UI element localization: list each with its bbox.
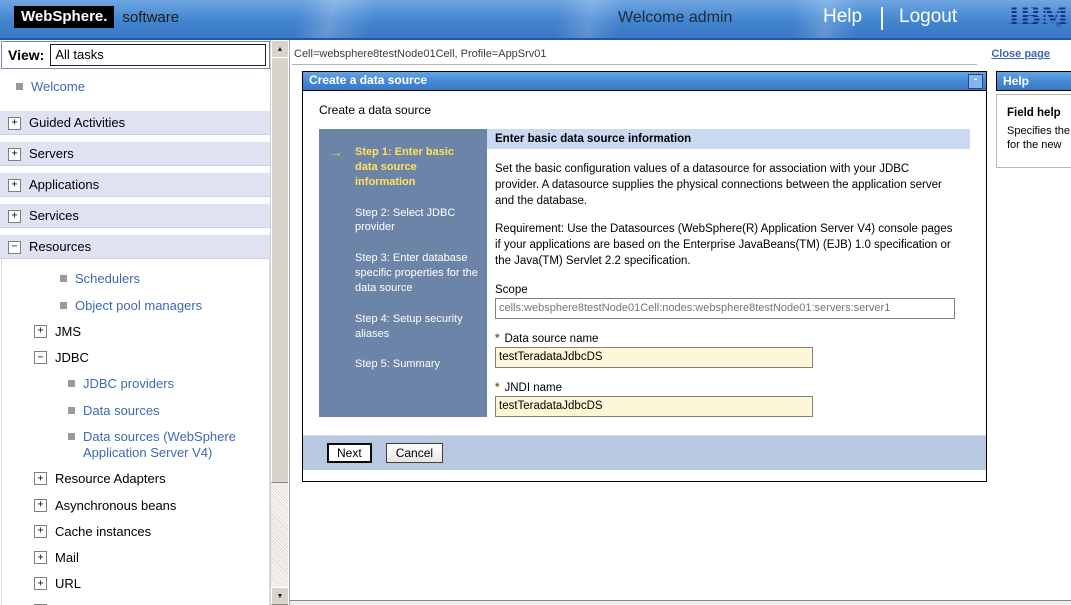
help-panel: Help Field help Specifies the for the ne… bbox=[996, 71, 1071, 168]
sidebar-section-guided-activities[interactable]: + Guided Activities bbox=[0, 110, 271, 135]
sidebar-item-data-sources[interactable]: Data sources bbox=[2, 398, 269, 424]
next-button[interactable]: Next bbox=[327, 443, 372, 463]
expand-icon[interactable]: + bbox=[8, 210, 21, 223]
collapse-icon[interactable]: − bbox=[8, 241, 21, 254]
sidebar-section-resources[interactable]: − Resources bbox=[0, 234, 271, 259]
bullet-icon bbox=[68, 433, 75, 440]
view-label: View: bbox=[5, 47, 44, 63]
field-help-text: Specifies the bbox=[1007, 124, 1071, 138]
top-banner: WebSphere. software Welcome admin Help L… bbox=[0, 0, 1071, 40]
create-data-source-window: Create a data source - Create a data sou… bbox=[302, 71, 987, 482]
jndi-name-label: * JNDI name bbox=[495, 382, 956, 394]
field-help-box: Field help Specifies the for the new bbox=[996, 94, 1071, 168]
wizard-body: → Step 1: Enter basic data source inform… bbox=[319, 129, 970, 417]
expand-icon[interactable]: + bbox=[8, 179, 21, 192]
wizard-button-bar: Next Cancel bbox=[303, 435, 986, 470]
sidebar-item-welcome[interactable]: Welcome bbox=[0, 71, 271, 104]
scope-field[interactable] bbox=[495, 298, 955, 319]
welcome-user-text: Welcome admin bbox=[618, 9, 732, 27]
close-page-link[interactable]: Close page bbox=[991, 48, 1050, 60]
bullet-icon bbox=[68, 380, 75, 387]
resources-subtree: Schedulers Object pool managers + JMS − … bbox=[1, 259, 270, 605]
description-paragraph: Set the basic configuration values of a … bbox=[495, 161, 956, 209]
bullet-icon bbox=[60, 302, 67, 309]
expand-icon[interactable]: + bbox=[34, 499, 47, 512]
banner-separator bbox=[881, 7, 883, 30]
websphere-logo: WebSphere. software bbox=[14, 6, 179, 28]
expand-icon[interactable]: + bbox=[34, 325, 47, 338]
field-help-text: for the new bbox=[1007, 138, 1071, 152]
sidebar-node-mail[interactable]: + Mail bbox=[2, 545, 269, 571]
bullet-icon bbox=[68, 407, 75, 414]
expand-icon[interactable]: + bbox=[34, 472, 47, 485]
sidebar-node-resource-environment[interactable]: + Resource Environment bbox=[2, 598, 269, 605]
sidebar-item-schedulers[interactable]: Schedulers bbox=[2, 266, 269, 292]
sidebar-item-jdbc-providers[interactable]: JDBC providers bbox=[2, 371, 269, 397]
sidebar-node-asynchronous-beans[interactable]: + Asynchronous beans bbox=[2, 493, 269, 519]
sidebar-node-jdbc[interactable]: − JDBC bbox=[2, 345, 269, 371]
window-title: Create a data source bbox=[309, 73, 427, 87]
sidebar-item-object-pool-managers[interactable]: Object pool managers bbox=[2, 293, 269, 319]
navigation-tree: Welcome + Guided Activities + Servers + … bbox=[0, 71, 271, 605]
sidebar-node-jms[interactable]: + JMS bbox=[2, 319, 269, 345]
expand-icon[interactable]: + bbox=[8, 117, 21, 130]
sidebar-section-servers[interactable]: + Servers bbox=[0, 141, 271, 166]
main-content: Cell=websphere8testNode01Cell, Profile=A… bbox=[289, 40, 1071, 605]
scope-label: Scope bbox=[495, 284, 956, 296]
sidebar-node-url[interactable]: + URL bbox=[2, 571, 269, 597]
view-select[interactable]: All tasks bbox=[50, 44, 266, 66]
jndi-name-field[interactable] bbox=[495, 396, 813, 417]
view-selector-row: View: All tasks bbox=[1, 41, 270, 69]
sidebar-scrollbar[interactable]: ▲ ▼ bbox=[270, 40, 288, 605]
cancel-button[interactable]: Cancel bbox=[386, 443, 443, 463]
bullet-icon bbox=[16, 83, 23, 90]
field-help-title: Field help bbox=[1007, 107, 1071, 119]
wizard-step-content: Enter basic data source information Set … bbox=[487, 129, 970, 417]
sidebar-item-data-sources-v4[interactable]: Data sources (WebSphere Application Serv… bbox=[2, 424, 269, 467]
sidebar-section-applications[interactable]: + Applications bbox=[0, 172, 271, 197]
wizard-step-4: Step 4: Setup security aliases bbox=[329, 312, 479, 342]
ibm-registered-mark: ® bbox=[1056, 22, 1061, 29]
expand-icon[interactable]: + bbox=[34, 551, 47, 564]
wizard-heading: Create a data source bbox=[319, 103, 986, 117]
help-panel-title: Help bbox=[996, 71, 1071, 91]
expand-icon[interactable]: + bbox=[34, 577, 47, 590]
scroll-up-icon[interactable]: ▲ bbox=[271, 40, 288, 58]
horizontal-scrollbar[interactable] bbox=[290, 600, 1071, 605]
breadcrumb: Cell=websphere8testNode01Cell, Profile=A… bbox=[292, 40, 977, 65]
sidebar-section-services[interactable]: + Services bbox=[0, 203, 271, 228]
step-content-header: Enter basic data source information bbox=[487, 129, 970, 149]
requirement-paragraph: Requirement: Use the Datasources (WebSph… bbox=[495, 221, 956, 269]
sidebar-node-resource-adapters[interactable]: + Resource Adapters bbox=[2, 466, 269, 492]
scroll-down-icon[interactable]: ▼ bbox=[271, 587, 288, 605]
bullet-icon bbox=[60, 275, 67, 282]
websphere-logo-subtext: software bbox=[122, 9, 179, 26]
navigation-sidebar: View: All tasks Welcome + Guided Activit… bbox=[0, 40, 288, 605]
scrollbar-thumb[interactable] bbox=[271, 57, 288, 483]
window-titlebar: Create a data source - bbox=[303, 72, 986, 91]
required-marker: * bbox=[495, 333, 499, 345]
expand-icon[interactable]: + bbox=[34, 525, 47, 538]
data-source-name-field[interactable] bbox=[495, 347, 813, 368]
wizard-step-5: Step 5: Summary bbox=[329, 357, 479, 372]
wizard-steps-panel: → Step 1: Enter basic data source inform… bbox=[319, 129, 487, 417]
wizard-step-2: Step 2: Select JDBC provider bbox=[329, 206, 479, 236]
expand-icon[interactable]: + bbox=[8, 148, 21, 161]
data-source-name-label: * Data source name bbox=[495, 333, 956, 345]
help-link[interactable]: Help bbox=[823, 6, 862, 28]
sidebar-node-cache-instances[interactable]: + Cache instances bbox=[2, 519, 269, 545]
collapse-icon[interactable]: − bbox=[34, 351, 47, 364]
current-step-arrow-icon: → bbox=[329, 145, 355, 190]
websphere-logo-text: WebSphere. bbox=[14, 6, 114, 28]
required-marker: * bbox=[495, 382, 499, 394]
wizard-step-3: Step 3: Enter database specific properti… bbox=[329, 251, 479, 296]
minimize-button[interactable]: - bbox=[968, 74, 983, 89]
wizard-step-1: → Step 1: Enter basic data source inform… bbox=[329, 145, 479, 190]
logout-link[interactable]: Logout bbox=[899, 6, 957, 28]
